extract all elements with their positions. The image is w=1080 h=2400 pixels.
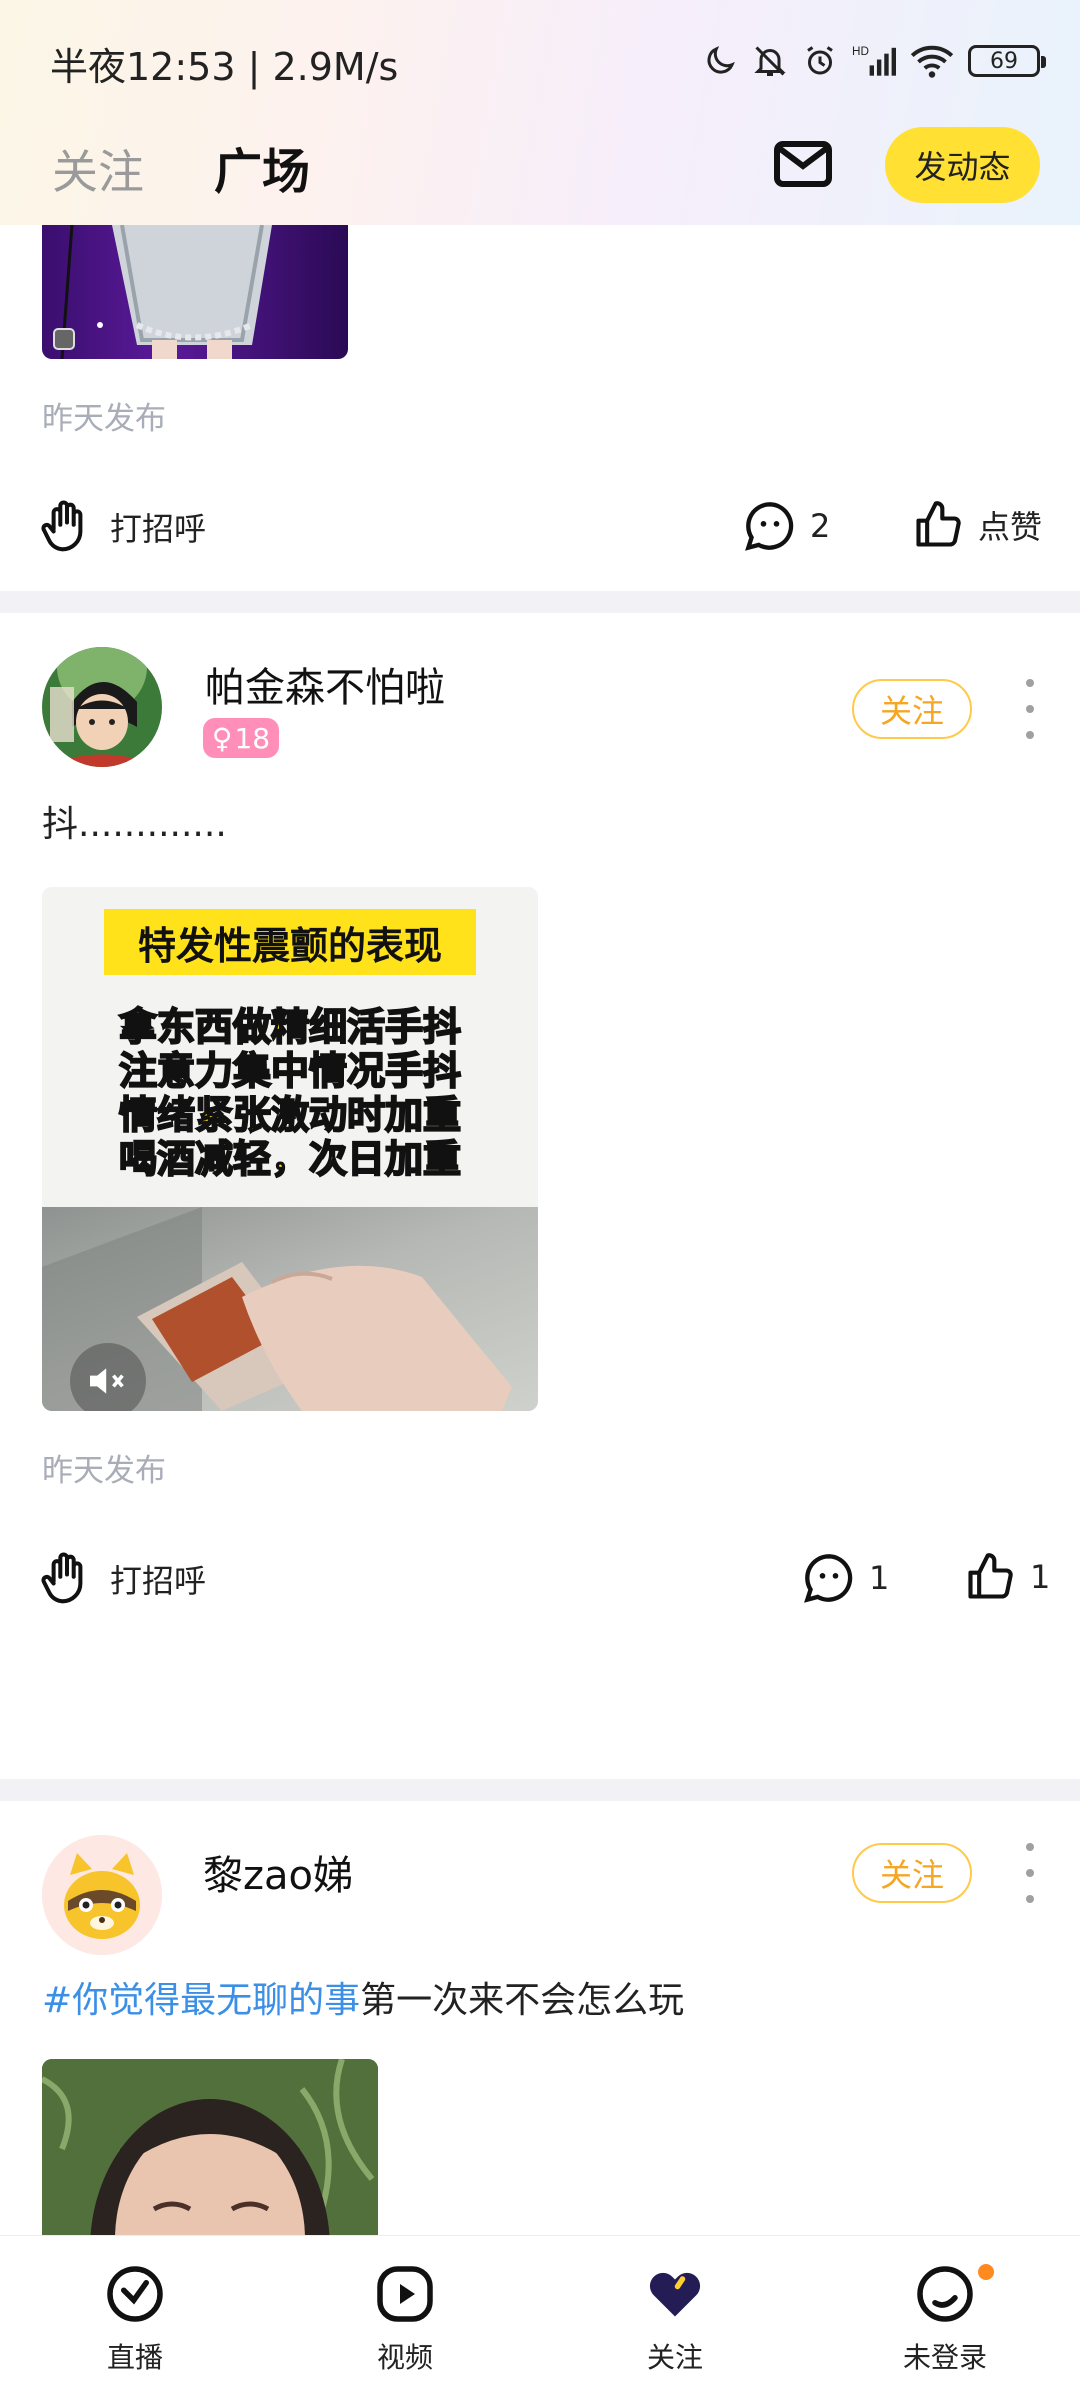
like-count: 1	[1030, 1558, 1051, 1596]
wifi-icon	[910, 45, 954, 78]
bottom-nav: 直播 视频 关注 未登录	[0, 2235, 1080, 2400]
status-bar: 半夜12:53 | 2.9M/s HD 69	[0, 0, 1080, 110]
video-caption-line: 情绪紧张激动时加重	[118, 1092, 462, 1138]
feed-post: 黎zao娣 关注 #你觉得最无聊的事第一次来不会怎么玩	[0, 1801, 1080, 2235]
comment-count: 2	[810, 507, 831, 545]
mute-icon	[90, 1368, 124, 1394]
video-caption-line: 喝酒减轻，次日加重	[118, 1136, 462, 1182]
signal-icon: HD	[852, 45, 896, 76]
status-icons: HD 69	[702, 36, 1046, 86]
greet-button[interactable]: 打招呼	[40, 498, 206, 556]
like-button[interactable]: 1	[964, 1550, 1050, 1604]
heart-icon	[649, 2272, 701, 2317]
greet-label: 打招呼	[110, 1562, 207, 1600]
feed-post: 昨天发布 打招呼 2 点赞	[0, 225, 1080, 591]
nav-video[interactable]: 视频	[270, 2236, 540, 2400]
video-title: 特发性震颤的表现	[137, 923, 442, 968]
follow-button[interactable]: 关注	[852, 1843, 972, 1903]
post-video[interactable]: 特发性震颤的表现 拿东西做精细活手抖 注意力集中情况手抖 情绪紧张激动时加重 喝…	[42, 887, 538, 1411]
video-caption-line: 拿东西做精细活手抖	[118, 1004, 462, 1050]
avatar[interactable]	[42, 1835, 162, 1955]
nav-label: 未登录	[902, 2341, 987, 2374]
female-icon: ♀	[211, 721, 233, 755]
profile-icon	[917, 2266, 973, 2322]
mute-button[interactable]	[70, 1343, 146, 1411]
thumbs-up-icon	[916, 501, 961, 547]
comment-button[interactable]: 1	[803, 1552, 889, 1604]
nav-label: 关注	[646, 2341, 703, 2374]
tab-square[interactable]: 广场	[214, 132, 310, 202]
comment-button[interactable]: 2	[744, 500, 830, 552]
status-time: 半夜12:53 | 2.9M/s	[50, 45, 399, 89]
svg-text:HD: HD	[852, 45, 869, 58]
feed-tabs: 关注 广场	[52, 132, 310, 202]
video-caption-line: 注意力集中情况手抖	[118, 1048, 462, 1094]
avatar[interactable]	[42, 647, 162, 767]
post-text: 抖.............	[42, 804, 227, 845]
post-time: 昨天发布	[42, 401, 166, 437]
top-header: 半夜12:53 | 2.9M/s HD 69 关注 广场 发动态	[0, 0, 1080, 225]
hashtag-link[interactable]: #你觉得最无聊的事	[42, 1980, 360, 2021]
username[interactable]: 黎zao娣	[203, 1843, 353, 1901]
greet-button[interactable]: 打招呼	[40, 1550, 206, 1608]
tab-following[interactable]: 关注	[52, 136, 144, 202]
post-image[interactable]	[42, 225, 348, 359]
feed-post: 帕金森不怕啦 ♀ 18 关注 抖............. 特发性震颤的表现 拿东…	[0, 613, 1080, 1779]
gender-age-badge: ♀ 18	[203, 718, 279, 758]
video-caption-lines: 拿东西做精细活手抖 注意力集中情况手抖 情绪紧张激动时加重 喝酒减轻，次日加重	[42, 1004, 538, 1182]
video-frame	[42, 1207, 538, 1411]
video-cover-top: 特发性震颤的表现 拿东西做精细活手抖 注意力集中情况手抖 情绪紧张激动时加重 喝…	[42, 887, 538, 1207]
video-icon	[377, 2266, 433, 2322]
wave-hand-icon	[41, 1552, 83, 1604]
avatar-image	[42, 647, 162, 767]
age-value: 18	[234, 721, 271, 755]
alarm-icon	[807, 46, 833, 75]
live-icon	[107, 2266, 163, 2322]
post-moment-button[interactable]: 发动态	[885, 127, 1040, 203]
notification-dot	[978, 2264, 994, 2280]
like-label: 点赞	[978, 508, 1043, 546]
mail-icon[interactable]	[773, 140, 833, 188]
more-options-icon[interactable]	[1020, 1843, 1040, 1903]
post-body: 第一次来不会怎么玩	[360, 1980, 685, 2021]
nav-live[interactable]: 直播	[0, 2236, 270, 2400]
username[interactable]: 帕金森不怕啦	[205, 655, 445, 713]
follow-button[interactable]: 关注	[852, 679, 972, 739]
post-image-art	[42, 2059, 378, 2235]
greet-label: 打招呼	[110, 510, 207, 548]
post-divider	[0, 1779, 1080, 1801]
nav-label: 视频	[376, 2341, 433, 2374]
wave-hand-icon	[41, 500, 83, 552]
post-image-art	[53, 225, 272, 359]
moon-icon	[707, 46, 735, 74]
comment-icon	[745, 502, 794, 551]
comment-icon	[804, 1554, 853, 1603]
nav-label: 直播	[106, 2341, 163, 2374]
post-divider	[0, 591, 1080, 613]
bell-muted-icon	[754, 46, 786, 76]
like-button[interactable]: 点赞	[912, 498, 1042, 552]
nav-following[interactable]: 关注	[540, 2236, 810, 2400]
comment-count: 1	[869, 1559, 890, 1597]
nav-profile[interactable]: 未登录	[810, 2236, 1080, 2400]
feed-list[interactable]: 昨天发布 打招呼 2 点赞 帕金森不怕啦 ♀ 18 关注 抖..........…	[0, 225, 1080, 2235]
avatar-image	[42, 1835, 162, 1955]
battery-level: 69	[990, 48, 1018, 74]
battery-icon: 69	[968, 45, 1046, 77]
username-text: 黎zao娣	[203, 1853, 353, 1899]
post-time: 昨天发布	[42, 1453, 166, 1489]
post-image[interactable]	[42, 2059, 378, 2235]
thumbs-up-icon	[968, 1553, 1013, 1599]
video-title-box: 特发性震颤的表现	[104, 909, 476, 975]
more-options-icon[interactable]	[1020, 679, 1040, 739]
post-text: #你觉得最无聊的事第一次来不会怎么玩	[42, 1971, 684, 2023]
